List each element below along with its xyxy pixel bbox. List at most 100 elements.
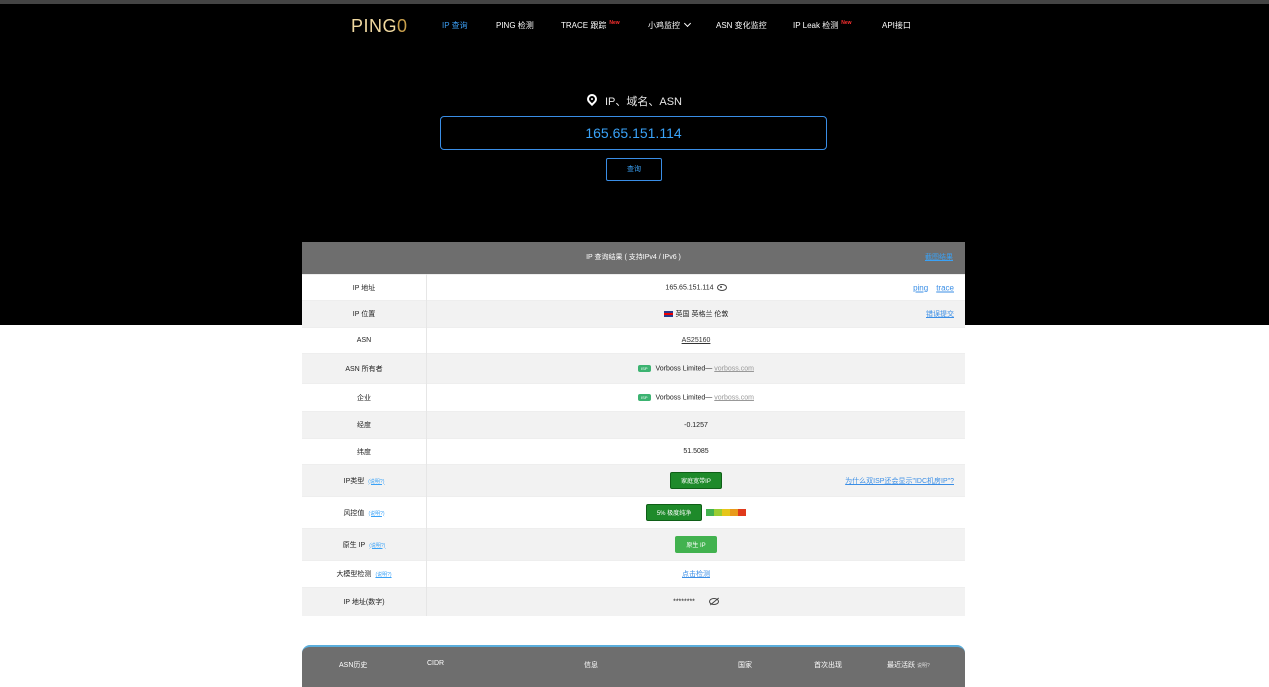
table-row: 风控值 (说明?) 5% 极度纯净 <box>302 496 965 529</box>
result-panel: IP 查询结果 ( 支持IPv4 / IPv6 ) 截图结果 IP 地址 165… <box>302 242 965 616</box>
domain-link[interactable]: vorboss.com <box>714 365 754 372</box>
row-key: ASN <box>302 327 427 354</box>
risk-segment <box>706 509 715 517</box>
row-value: -0.1257 <box>426 411 965 439</box>
trace-link[interactable]: trace <box>936 283 954 292</box>
nav-label: IP Leak 检测 <box>793 21 839 30</box>
ping-trace-links: ping trace <box>905 283 954 292</box>
row-value: 英国 英格兰 伦敦 错误提交 <box>426 300 965 328</box>
table-row: 原生 IP (说明?) 原生 IP <box>302 528 965 561</box>
risk-segment <box>738 509 747 517</box>
row-key: ASN 所有者 <box>302 353 427 384</box>
help-link[interactable]: (说明?) <box>368 479 384 485</box>
nav-item-asn-monitor[interactable]: ASN 变化监控 <box>716 20 767 31</box>
row-value: AS25160 <box>426 327 965 354</box>
nav-label: TRACE 跟踪 <box>561 21 607 30</box>
result-title: IP 查询结果 ( 支持IPv4 / IPv6 ) <box>586 254 681 261</box>
site-logo[interactable]: PING0 <box>351 16 408 37</box>
table-row: 企业 ISP Vorboss Limited— vorboss.com <box>302 383 965 412</box>
row-key: 纬度 <box>302 438 427 465</box>
row-value: 原生 IP <box>426 528 965 561</box>
column-header-asn-history: ASN历史 <box>339 662 368 669</box>
row-value: 165.65.151.114 ping trace <box>426 274 965 301</box>
table-row: ASN AS25160 <box>302 327 965 354</box>
row-key: 企业 <box>302 383 427 412</box>
row-value: ISP Vorboss Limited— vorboss.com <box>426 353 965 384</box>
nav-item-trace[interactable]: TRACE 跟踪 New <box>561 20 620 31</box>
ping-link[interactable]: ping <box>913 283 928 292</box>
search-label-text: IP、域名、ASN <box>604 96 682 108</box>
column-header-last-active: 最近活跃 说明? <box>887 660 930 670</box>
key-text: 原生 IP <box>342 541 366 549</box>
location-value: 英国 英格兰 伦敦 <box>675 311 729 318</box>
top-navigation: PING0 IP 查询 PING 检测 TRACE 跟踪 New 小鸡监控 ASN… <box>0 4 1269 46</box>
eye-off-icon[interactable] <box>708 598 719 606</box>
nav-item-ip-query[interactable]: IP 查询 <box>442 20 468 31</box>
row-value: 5% 极度纯净 <box>426 496 965 529</box>
nav-item-monitor[interactable]: 小鸡监控 <box>648 19 692 31</box>
row-value: 点击检测 <box>426 560 965 588</box>
help-link[interactable]: 说明? <box>917 663 930 669</box>
ip-address-value: 165.65.151.114 <box>665 284 714 292</box>
eye-icon[interactable] <box>716 283 727 291</box>
column-header-info: 信息 <box>584 662 598 669</box>
key-text: 风控值 <box>343 509 365 517</box>
row-key: 风控值 (说明?) <box>302 496 427 529</box>
risk-level-bar <box>706 509 747 517</box>
isp-badge: ISP <box>638 364 651 372</box>
result-table: IP 地址 165.65.151.114 ping trace IP 位置 英国 … <box>302 274 965 616</box>
nav-label: IP 查询 <box>442 21 468 30</box>
new-badge: New <box>841 20 852 26</box>
table-row: IP 位置 英国 英格兰 伦敦 错误提交 <box>302 300 965 328</box>
location-pin-icon <box>584 91 600 107</box>
row-key: IP 地址 <box>302 274 427 301</box>
screenshot-link[interactable]: 截图结果 <box>925 242 953 274</box>
new-badge: New <box>609 20 620 26</box>
row-value: 51.5085 <box>426 438 965 465</box>
llm-detect-link[interactable]: 点击检测 <box>682 571 710 578</box>
asn-link[interactable]: AS25160 <box>682 337 711 344</box>
chevron-down-icon <box>683 19 692 28</box>
ip-number-value: ******** <box>673 598 695 606</box>
row-value: ******** <box>426 587 965 616</box>
row-value: 家庭宽带IP 为什么双ISP还会显示"IDC机房IP"? <box>426 464 965 497</box>
asn-owner-value: Vorboss Limited— <box>655 365 713 373</box>
row-key: IP 位置 <box>302 300 427 328</box>
risk-segment <box>730 509 739 517</box>
row-key: IP 地址(数字) <box>302 587 427 616</box>
column-header-first-seen: 首次出现 <box>814 662 842 669</box>
result-header: IP 查询结果 ( 支持IPv4 / IPv6 ) 截图结果 <box>302 242 965 274</box>
search-label: IP、域名、ASN <box>0 91 1269 109</box>
nav-item-ping[interactable]: PING 检测 <box>496 20 534 31</box>
nav-item-ip-leak[interactable]: IP Leak 检测 New <box>793 20 852 31</box>
nav-item-api[interactable]: API接口 <box>882 20 911 31</box>
domain-link[interactable]: vorboss.com <box>714 394 754 401</box>
help-link[interactable]: (说明?) <box>368 511 384 517</box>
native-ip-badge: 原生 IP <box>675 536 717 553</box>
risk-segment <box>714 509 723 517</box>
help-link[interactable]: (说明?) <box>369 543 385 549</box>
table-row: 经度 -0.1257 <box>302 411 965 439</box>
error-report-link[interactable]: 错误提交 <box>926 309 954 319</box>
help-link[interactable]: (说明?) <box>375 572 391 578</box>
idc-explain-link[interactable]: 为什么双ISP还会显示"IDC机房IP"? <box>845 476 954 486</box>
header-text: 最近活跃 <box>887 662 915 669</box>
row-key: IP类型 (说明?) <box>302 464 427 497</box>
nav-label: ASN 变化监控 <box>716 21 767 30</box>
row-key: 经度 <box>302 411 427 439</box>
table-row: IP 地址(数字) ******** <box>302 587 965 616</box>
query-button[interactable]: 查询 <box>606 158 662 181</box>
row-key: 大模型检测 (说明?) <box>302 560 427 588</box>
uk-flag-icon <box>663 311 673 318</box>
nav-label: 小鸡监控 <box>648 21 680 30</box>
nav-label: PING 检测 <box>496 21 534 30</box>
column-header-cidr: CIDR <box>427 660 445 667</box>
risk-segment <box>722 509 731 517</box>
asn-history-header: ASN历史 CIDR 信息 国家 首次出现 最近活跃 说明? <box>302 645 965 687</box>
company-value: Vorboss Limited— <box>655 394 713 402</box>
row-key: 原生 IP (说明?) <box>302 528 427 561</box>
search-input[interactable]: 165.65.151.114 <box>440 116 827 150</box>
risk-score-badge: 5% 极度纯净 <box>645 504 703 521</box>
table-row: ASN 所有者 ISP Vorboss Limited— vorboss.com <box>302 353 965 384</box>
logo-text: PING <box>351 16 398 36</box>
